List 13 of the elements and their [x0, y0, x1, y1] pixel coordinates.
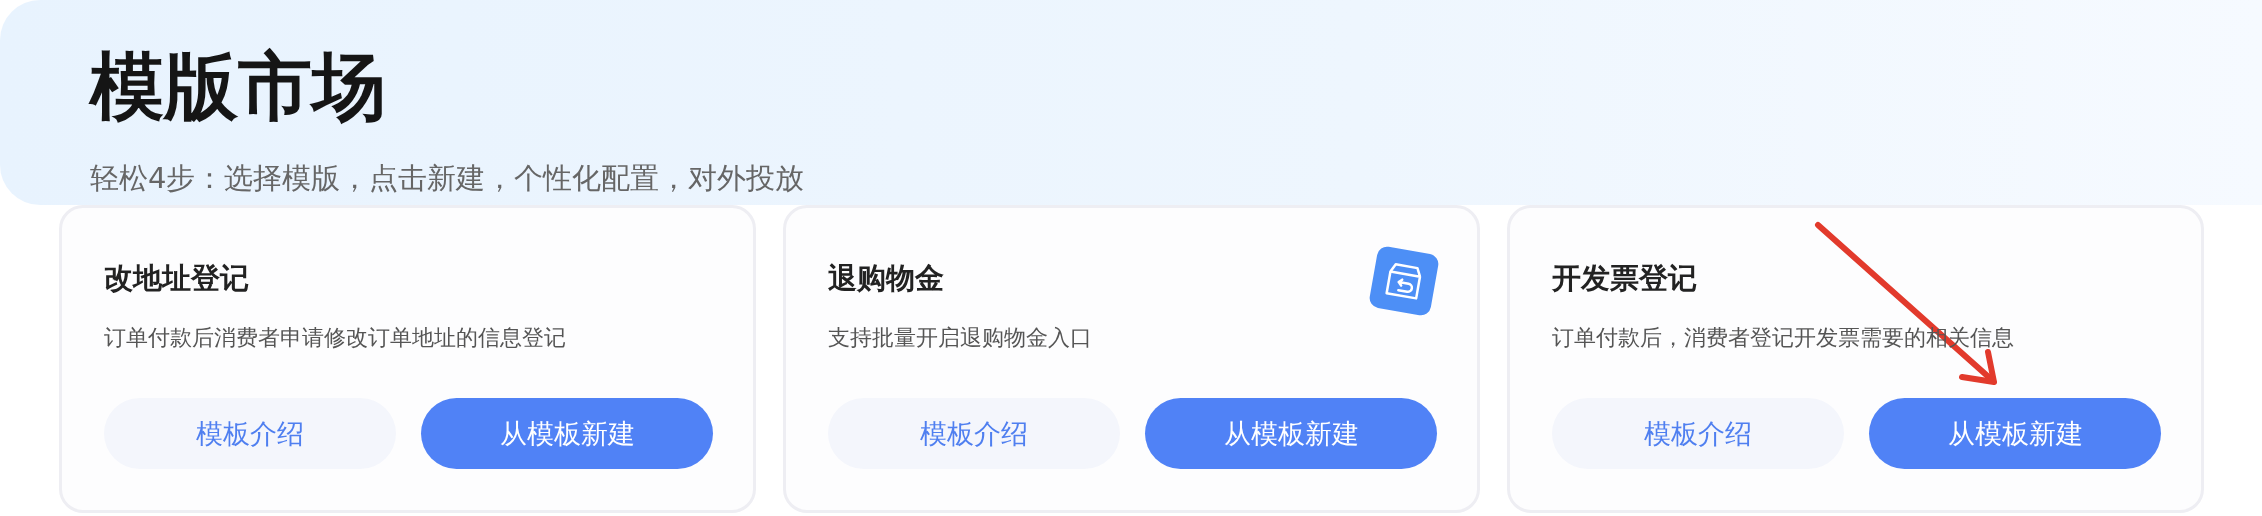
page-title: 模版市场: [90, 42, 387, 131]
card-title: 改地址登记: [104, 260, 250, 297]
card-description: 订单付款后消费者申请修改订单地址的信息登记: [104, 324, 567, 352]
card-title: 退购物金: [828, 260, 945, 297]
create-from-template-button[interactable]: 从模板新建: [1869, 398, 2161, 469]
create-from-template-button[interactable]: 从模板新建: [1145, 398, 1437, 469]
create-from-template-button[interactable]: 从模板新建: [421, 398, 713, 469]
card-title: 开发票登记: [1552, 260, 1698, 297]
template-intro-button[interactable]: 模板介绍: [1552, 398, 1844, 469]
template-intro-button[interactable]: 模板介绍: [828, 398, 1120, 469]
page-subtitle: 轻松4步：选择模版，点击新建，个性化配置，对外投放: [90, 160, 806, 197]
card-description: 支持批量开启退购物金入口: [828, 324, 1093, 352]
template-intro-button[interactable]: 模板介绍: [104, 398, 396, 469]
